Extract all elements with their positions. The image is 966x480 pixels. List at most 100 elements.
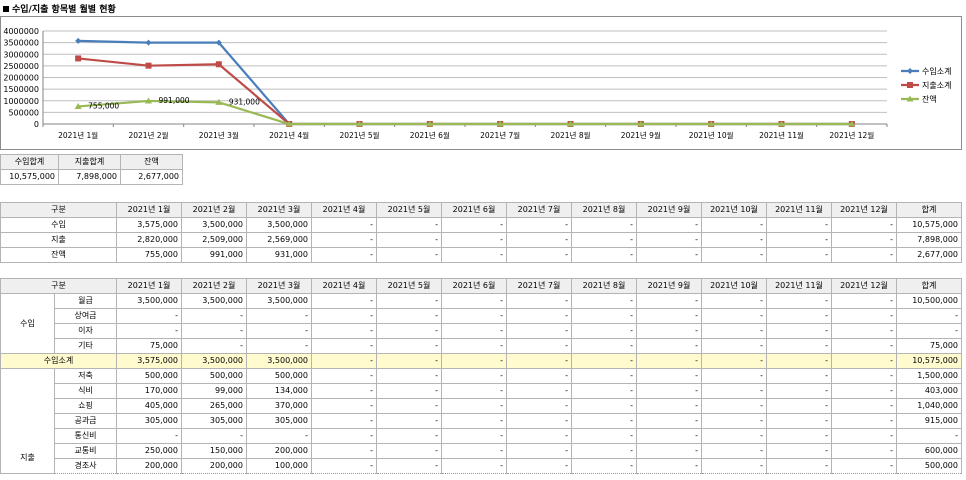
summary-value-row: 10,575,000 7,898,000 2,677,000 [0, 169, 183, 185]
x-tick-label: 2021년 4월 [269, 130, 309, 140]
y-tick-label: 1000000 [3, 97, 39, 106]
data-point [215, 61, 222, 68]
table-cell: 75,000 [116, 338, 182, 354]
table-cell: - [571, 428, 637, 444]
line-chart: 0 500000 1000000 1500000 2000000 2500000 30000… [0, 16, 962, 150]
table-cell: 170,000 [116, 383, 182, 399]
table-cell: - [766, 458, 832, 474]
table-row: 교통비 250,000 150,000 200,000- - - - - - - - -600,000 [1, 443, 962, 459]
table-cell: - [831, 428, 897, 444]
table-cell: 100,000 [246, 458, 312, 474]
table-row: 잔액 755,000 991,000 931,000- - - - - - - - -2,677,00… [0, 247, 962, 263]
table-cell: 3,575,000 [116, 217, 182, 233]
table-row: 지출 저축 500,000 500,000 500,000- - - - - - - - -1,500,… [0, 368, 962, 474]
table-cell: - [571, 247, 637, 263]
table-cell: - [376, 308, 442, 324]
table-cell: - [766, 293, 832, 309]
table-cell: - [311, 443, 377, 459]
y-tick-label: 3000000 [3, 50, 39, 59]
table-cell: 200,000 [181, 458, 247, 474]
monthly-header-row: 구분 2021년 1월 2021년 2월 2021년 3월 2021년 4월 2021년 … [0, 202, 962, 218]
table-cell: 500,000 [246, 368, 312, 384]
table-cell: - [636, 428, 702, 444]
subtotal-row: 수입소계 3,575,000 3,500,000 3,500,000- - - - - - - - -… [0, 353, 962, 369]
table-cell: - [311, 293, 377, 309]
table-cell: - [831, 293, 897, 309]
table-cell: - [441, 308, 507, 324]
table-cell: - [376, 428, 442, 444]
table-cell: - [376, 217, 442, 233]
table-cell: 3,500,000 [181, 353, 247, 369]
table-cell: 931,000 [246, 247, 312, 263]
table-cell: - [181, 308, 247, 324]
table-cell: - [311, 232, 377, 248]
table-cell: - [311, 247, 377, 263]
table-cell: - [506, 338, 572, 354]
table-cell: - [896, 323, 962, 339]
table-cell: - [701, 308, 767, 324]
y-tick-label: 500000 [8, 108, 39, 117]
column-header: 2021년 2월 [181, 202, 247, 218]
legend-label: 지출소계 [922, 80, 951, 90]
table-cell: - [636, 368, 702, 384]
group-label: 지출 [0, 368, 55, 474]
table-cell: - [506, 368, 572, 384]
table-cell: - [311, 323, 377, 339]
table-cell: - [766, 383, 832, 399]
table-cell: - [571, 443, 637, 459]
table-cell: - [441, 353, 507, 369]
table-cell: - [506, 308, 572, 324]
table-cell: - [376, 383, 442, 399]
x-tick-label: 2021년 12월 [829, 130, 874, 140]
x-tick-label: 2021년 7월 [480, 130, 520, 140]
table-cell: - [506, 398, 572, 414]
column-header: 2021년 10월 [701, 202, 767, 218]
table-cell: 3,500,000 [246, 293, 312, 309]
row-label: 공과금 [54, 413, 117, 429]
column-header: 2021년 1월 [116, 278, 182, 294]
x-tick-label: 2021년 6월 [410, 130, 450, 140]
table-cell: - [311, 353, 377, 369]
table-cell: 7,898,000 [896, 232, 962, 248]
column-header: 합계 [896, 202, 962, 218]
table-cell: - [376, 458, 442, 474]
table-cell: - [636, 398, 702, 414]
column-header: 2021년 12월 [831, 278, 897, 294]
table-cell: - [246, 338, 312, 354]
table-cell: - [571, 232, 637, 248]
table-cell: - [701, 368, 767, 384]
table-cell: 370,000 [246, 398, 312, 414]
table-cell: 99,000 [181, 383, 247, 399]
table-row: 이자 - - - - - - - - - - - - - [1, 323, 962, 339]
table-cell: - [441, 368, 507, 384]
x-tick-label: 2021년 2월 [128, 130, 168, 140]
table-cell: - [246, 323, 312, 339]
legend-item: 수입소계 [901, 66, 951, 76]
column-header: 2021년 7월 [506, 278, 572, 294]
table-cell: - [701, 247, 767, 263]
table-row: 수입 월급 3,500,000 3,500,000 3,500,000- - - - - - - - -… [0, 293, 962, 354]
row-label: 수입 [0, 217, 117, 233]
table-cell: 755,000 [116, 247, 182, 263]
table-row: 공과금 305,000 305,000 305,000- - - - - - - - -915,000 [1, 413, 962, 429]
table-cell: - [571, 338, 637, 354]
row-label: 통신비 [54, 428, 117, 444]
table-cell: - [116, 428, 182, 444]
column-header: 2021년 2월 [181, 278, 247, 294]
table-cell: - [571, 293, 637, 309]
table-cell: - [441, 443, 507, 459]
table-cell: 3,500,000 [246, 217, 312, 233]
table-cell: - [831, 398, 897, 414]
report-title-text: 수입/지출 항목별 월별 현황 [12, 5, 116, 15]
table-cell: - [831, 232, 897, 248]
table-cell: - [181, 323, 247, 339]
table-cell: - [311, 308, 377, 324]
table-cell: - [636, 293, 702, 309]
table-cell: - [376, 368, 442, 384]
table-cell: - [766, 443, 832, 459]
column-header: 2021년 11월 [766, 278, 832, 294]
legend-label: 잔액 [922, 94, 937, 104]
table-cell: - [506, 443, 572, 459]
legend-label: 수입소계 [922, 66, 951, 76]
table-cell: - [636, 232, 702, 248]
